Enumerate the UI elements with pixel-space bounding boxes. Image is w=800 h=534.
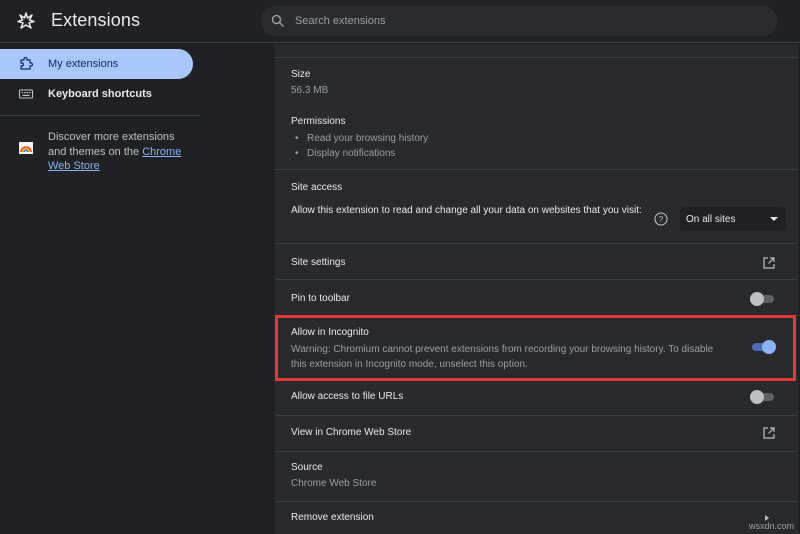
sidebar: My extensions Keyboard shortcuts Discove…: [0, 44, 200, 534]
extensions-logo-icon: [17, 12, 35, 29]
site-access-description: Allow this extension to read and change …: [291, 205, 642, 216]
source-row: Source Chrome Web Store: [275, 451, 798, 501]
discover-more: Discover more extensions and themes on t…: [18, 130, 193, 174]
permissions-row: Permissions Read your browsing history D…: [275, 108, 798, 163]
sidebar-item-label: My extensions: [48, 58, 119, 70]
dropdown-caret-icon: [770, 217, 778, 221]
help-icon[interactable]: ?: [654, 212, 668, 226]
permissions-label: Permissions: [291, 116, 346, 127]
view-store-label: View in Chrome Web Store: [291, 427, 412, 438]
permissions-list: Read your browsing history Display notif…: [291, 131, 782, 161]
sidebar-item-label: Keyboard shortcuts: [48, 88, 152, 100]
view-store-row[interactable]: View in Chrome Web Store: [275, 415, 798, 451]
source-label: Source: [291, 462, 323, 473]
svg-text:?: ?: [659, 214, 664, 224]
site-settings-label: Site settings: [291, 257, 346, 268]
site-access-select[interactable]: On all sites: [680, 207, 786, 231]
sidebar-item-my-extensions[interactable]: My extensions: [0, 49, 193, 79]
toggle-knob: [762, 340, 776, 354]
incognito-label: Allow in Incognito: [291, 327, 369, 338]
pin-toolbar-row: Pin to toolbar: [275, 279, 798, 315]
search-box[interactable]: [261, 6, 777, 36]
top-bar: Extensions: [0, 0, 800, 43]
search-icon: [271, 14, 284, 27]
toggle-knob: [750, 390, 764, 404]
watermark: wsxdn.com: [748, 521, 794, 531]
size-row: Size 56.3 MB: [275, 57, 798, 100]
keyboard-icon: [18, 89, 34, 99]
extension-details-panel: Size 56.3 MB Permissions Read your brows…: [275, 44, 798, 534]
incognito-toggle[interactable]: [750, 340, 776, 354]
file-urls-toggle[interactable]: [750, 390, 776, 404]
toggle-knob: [750, 292, 764, 306]
permission-item: Read your browsing history: [291, 131, 782, 146]
incognito-warning: Warning: Chromium cannot prevent extensi…: [291, 344, 714, 370]
search-input[interactable]: [295, 6, 765, 36]
sidebar-divider: [0, 115, 200, 116]
size-value: 56.3 MB: [291, 85, 329, 96]
open-external-icon: [763, 427, 775, 439]
file-urls-row: Allow access to file URLs: [275, 382, 798, 415]
web-store-icon: [19, 142, 33, 154]
open-external-icon: [763, 257, 775, 269]
sidebar-item-keyboard-shortcuts[interactable]: Keyboard shortcuts: [0, 79, 193, 109]
site-access-row: Site access Allow this extension to read…: [275, 169, 798, 243]
incognito-row: Allow in Incognito Warning: Chromium can…: [275, 315, 798, 382]
pin-toolbar-toggle[interactable]: [750, 292, 776, 306]
site-access-label: Site access: [291, 182, 343, 193]
remove-extension-label: Remove extension: [291, 512, 374, 523]
pin-toolbar-label: Pin to toolbar: [291, 293, 350, 304]
site-access-value: On all sites: [686, 213, 736, 225]
puzzle-icon: [20, 56, 34, 70]
page-title: Extensions: [51, 10, 141, 30]
remove-extension-row[interactable]: Remove extension: [275, 501, 798, 534]
file-urls-label: Allow access to file URLs: [291, 391, 404, 402]
size-label: Size: [291, 69, 311, 80]
source-value: Chrome Web Store: [291, 478, 377, 489]
site-settings-row[interactable]: Site settings: [275, 243, 798, 279]
permission-item: Display notifications: [291, 146, 782, 161]
